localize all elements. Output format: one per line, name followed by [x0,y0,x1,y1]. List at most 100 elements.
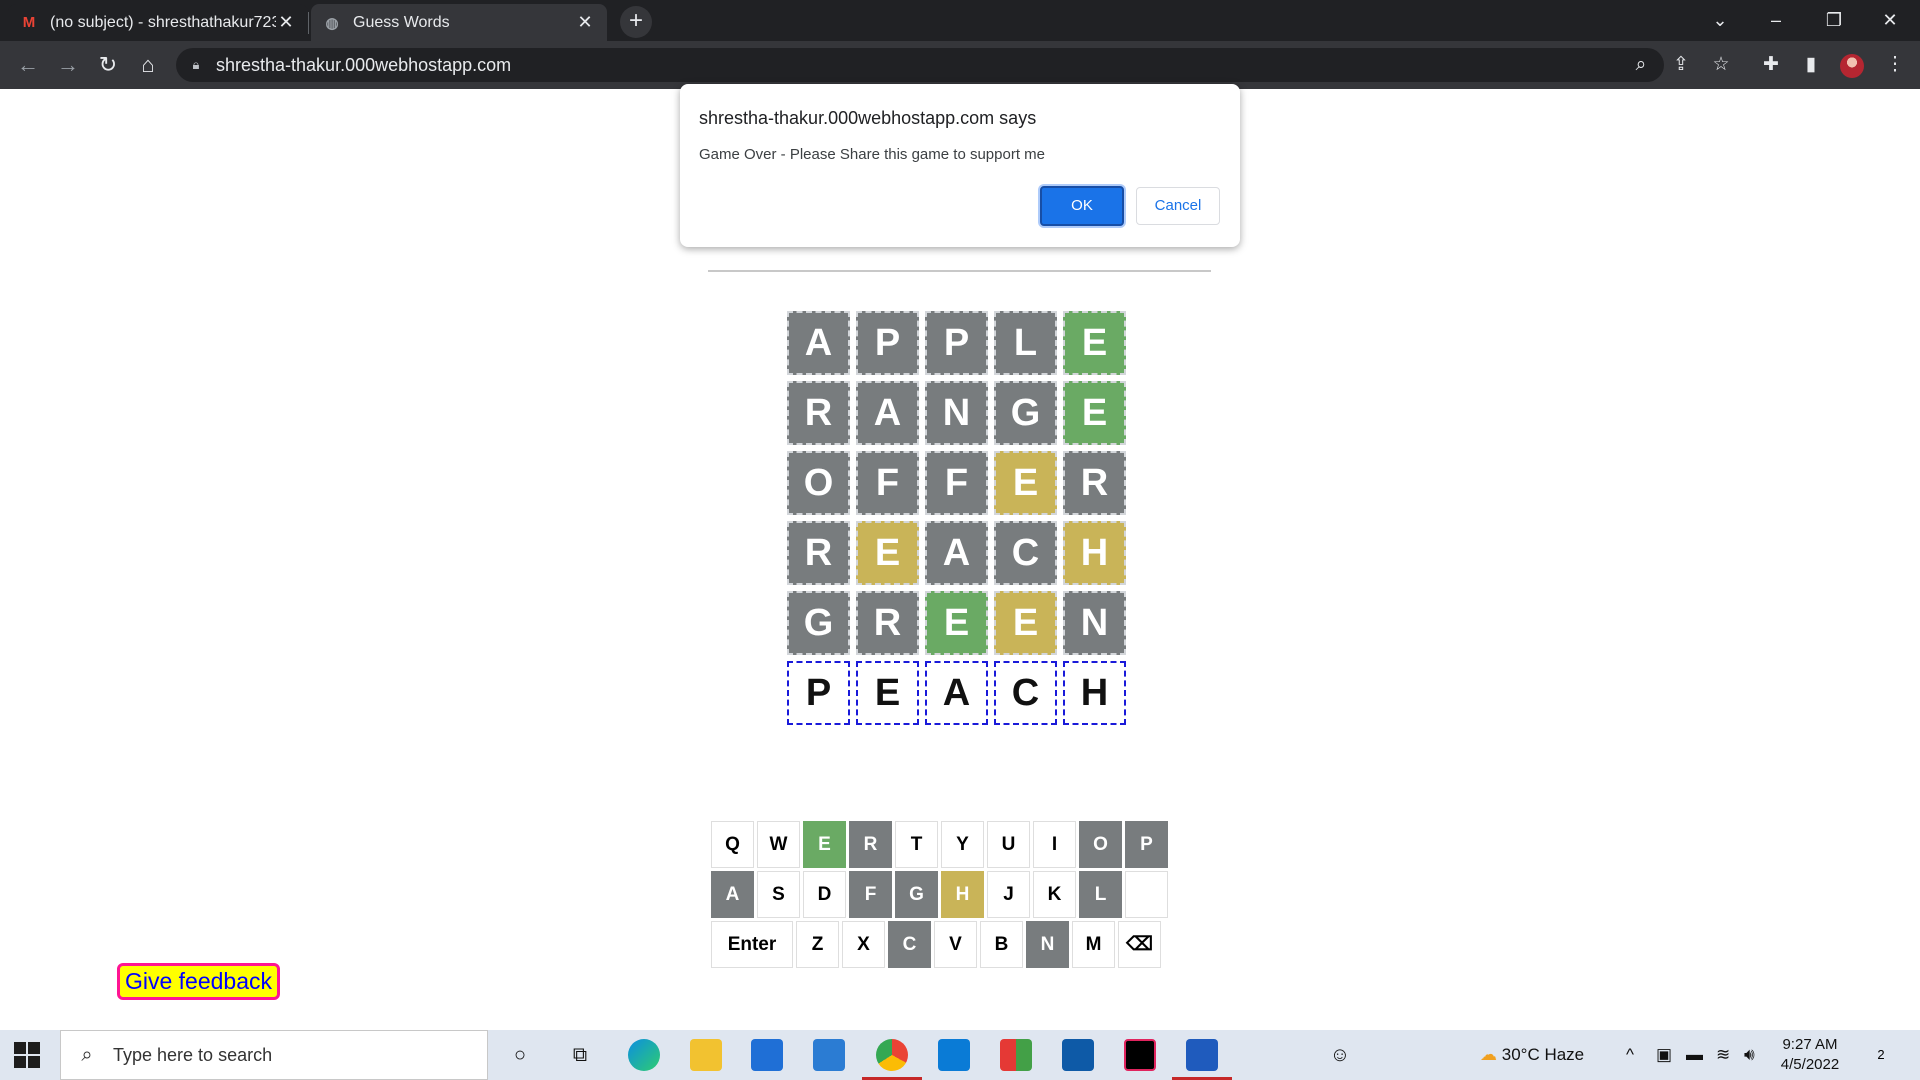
board-row: PEACH [787,661,1132,725]
letter-tile: E [1063,311,1126,375]
key-a[interactable]: A [711,871,754,918]
tab-divider [308,12,309,34]
word-icon[interactable] [1186,1039,1218,1071]
dev-app-icon[interactable] [1062,1039,1094,1071]
letter-tile: R [856,591,919,655]
key-h[interactable]: H [941,871,984,918]
notification-center-icon[interactable]: 2 [1868,1042,1894,1068]
key-t[interactable]: T [895,821,938,868]
window-close-icon[interactable]: ✕ [1862,0,1918,41]
alert-dialog: shrestha-thakur.000webhostapp.com says G… [680,84,1240,247]
gmail-icon: M [22,14,36,31]
reload-icon[interactable]: ↻ [92,49,124,81]
letter-tile: F [856,451,919,515]
backspace-key[interactable]: ⌫ [1118,921,1161,968]
letter-tile: E [1063,381,1126,445]
key-w[interactable]: W [757,821,800,868]
cancel-button[interactable]: Cancel [1136,187,1220,225]
profile-avatar[interactable] [1840,54,1864,78]
letter-tile: A [925,661,988,725]
task-view-icon[interactable]: ⧉ [563,1039,597,1071]
key-z[interactable]: Z [796,921,839,968]
mail-icon[interactable] [813,1039,845,1071]
restore-icon[interactable]: ❐ [1806,0,1862,41]
letter-tile: C [994,521,1057,585]
board-row: REACH [787,521,1132,585]
tab-search-icon[interactable]: ⌄ [1692,0,1748,41]
key-y[interactable]: Y [941,821,984,868]
lock-icon[interactable]: 🔒︎ [176,57,216,73]
key-u[interactable]: U [987,821,1030,868]
letter-tile: L [994,311,1057,375]
people-icon[interactable]: ☺ [1323,1039,1357,1071]
letter-tile: E [994,451,1057,515]
key-n[interactable]: N [1026,921,1069,968]
back-icon[interactable]: ← [12,49,44,81]
tab-title: Guess Words [353,13,450,31]
share-icon[interactable]: ⇪ [1666,49,1696,81]
meet-now-icon[interactable]: ▣ [1656,1030,1672,1080]
key-c[interactable]: C [888,921,931,968]
windows-start-icon[interactable] [14,1042,40,1068]
key-q[interactable]: Q [711,821,754,868]
system-clock[interactable]: 9:27 AM 4/5/2022 [1770,1035,1850,1075]
key-s[interactable]: S [757,871,800,918]
key-p[interactable]: P [1125,821,1168,868]
key-x[interactable]: X [842,921,885,968]
menu-icon[interactable]: ⋮ [1880,49,1910,81]
tab-gmail[interactable]: M (no subject) - shresthathakur723@ ✕ [8,4,308,41]
wifi-icon[interactable]: ≋ [1716,1030,1730,1080]
give-feedback-button[interactable]: Give feedback [117,963,280,1000]
home-icon[interactable]: ⌂ [132,49,164,81]
new-tab-button[interactable]: + [620,6,652,38]
forward-icon[interactable]: → [52,49,84,81]
board-row: GREEN [787,591,1132,655]
volume-icon[interactable]: 🔊︎ [1744,1030,1755,1080]
vscode-icon[interactable] [938,1039,970,1071]
on-screen-keyboard: Q W E R T Y U I O P A S D F G H J K L Enter Z X C V B N M ⌫ [711,821,1171,971]
letter-tile: P [787,661,850,725]
key-d[interactable]: D [803,871,846,918]
close-icon[interactable]: ✕ [276,12,296,33]
paint-app-icon[interactable] [1000,1039,1032,1071]
file-explorer-icon[interactable] [690,1039,722,1071]
cortana-icon[interactable]: ○ [503,1039,537,1071]
key-j[interactable]: J [987,871,1030,918]
key-b[interactable]: B [980,921,1023,968]
address-bar[interactable]: 🔒︎ shrestha-thakur.000webhostapp.com [176,48,1664,82]
bookmark-star-icon[interactable]: ☆ [1706,49,1736,81]
tab-title: (no subject) - shresthathakur723@ [50,13,276,31]
ok-button[interactable]: OK [1040,186,1124,226]
letter-tile: E [856,521,919,585]
key-r[interactable]: R [849,821,892,868]
tab-guess-words[interactable]: ◍ Guess Words ✕ [311,4,607,41]
zoom-icon[interactable]: ⌕ [1626,49,1656,81]
letter-tile: G [787,591,850,655]
letter-tile: E [856,661,919,725]
guess-board: APPLERANGEOFFERREACHGREENPEACH [787,311,1132,731]
key-i[interactable]: I [1033,821,1076,868]
key-g[interactable]: G [895,871,938,918]
key-f[interactable]: F [849,871,892,918]
battery-icon[interactable]: ▬ [1686,1030,1703,1080]
minimize-icon[interactable]: – [1748,0,1804,41]
key-v[interactable]: V [934,921,977,968]
extensions-icon[interactable]: ✚ [1756,49,1786,81]
key-e[interactable]: E [803,821,846,868]
enter-key[interactable]: Enter [711,921,793,968]
show-hidden-icons[interactable]: ^ [1626,1030,1634,1080]
edge-icon[interactable] [628,1039,660,1071]
side-panel-icon[interactable]: ▮ [1796,49,1826,81]
chrome-icon[interactable] [876,1039,908,1071]
notification-count: 2 [1877,1047,1885,1062]
key-k[interactable]: K [1033,871,1076,918]
close-icon[interactable]: ✕ [575,12,595,33]
intellij-icon[interactable] [1124,1039,1156,1071]
blank-key[interactable] [1125,871,1168,918]
key-m[interactable]: M [1072,921,1115,968]
key-l[interactable]: L [1079,871,1122,918]
weather-widget[interactable]: ☁ 30°C Haze [1480,1030,1584,1080]
store-icon[interactable] [751,1039,783,1071]
taskbar-search-input[interactable]: ⌕ Type here to search [60,1030,488,1080]
key-o[interactable]: O [1079,821,1122,868]
